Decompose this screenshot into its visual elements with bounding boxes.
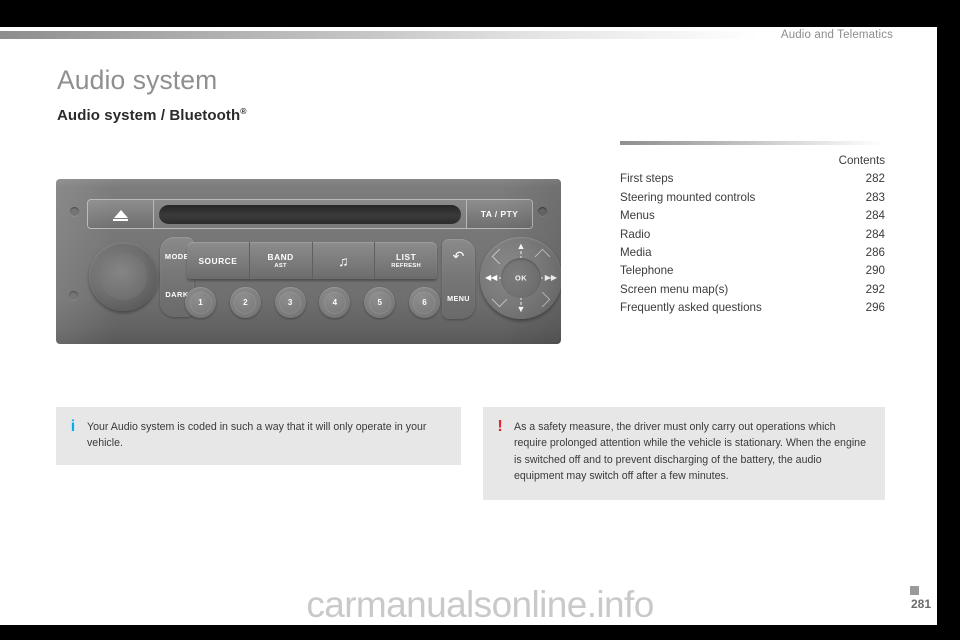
registered-trademark-symbol: ® (240, 106, 247, 116)
contents-row-page: 296 (865, 301, 885, 315)
function-button-sublabel: REFRESH (391, 263, 422, 269)
function-button-label: LIST (396, 252, 417, 262)
contents-panel: Contents First steps 282 Steering mounted … (620, 141, 885, 314)
info-callout: i Your Audio system is coded in such a w… (56, 407, 461, 465)
page-title: Audio system (57, 65, 218, 95)
contents-row-page: 284 (865, 209, 885, 223)
preset-button-label: 4 (332, 298, 338, 307)
function-button-strip: SOURCE BAND AST ♫ LIST REFRESH (187, 242, 437, 279)
ta-pty-button[interactable]: TA / PTY (466, 200, 532, 228)
contents-rule (620, 141, 885, 145)
subsection-title: Audio system / Bluetooth® (57, 106, 247, 124)
navpad-tick-icon (491, 248, 508, 265)
navpad-down-icon[interactable]: ▼ (517, 305, 526, 314)
preset-button-label: 1 (198, 298, 203, 307)
function-button-sublabel: AST (274, 263, 287, 269)
contents-row[interactable]: Telephone 290 (620, 264, 885, 277)
back-arrow-icon: ↶ (452, 248, 465, 264)
function-button[interactable]: ♫ (313, 242, 376, 279)
navpad-tick-icon (491, 291, 508, 308)
music-note-icon: ♫ (338, 252, 349, 269)
screw-icon (69, 291, 78, 300)
screw-icon (70, 207, 79, 216)
preset-button-label: 5 (377, 298, 382, 307)
function-button[interactable]: LIST REFRESH (375, 242, 437, 279)
section-header-title: Audio and Telematics (780, 29, 893, 41)
audio-head-unit-illustration: TA / PTY MODE DARK SOURCE BAND AST ♫ LIST REF… (56, 179, 561, 344)
contents-row-label: Frequently asked questions (620, 301, 762, 315)
navpad-up-icon[interactable]: ▲ (517, 242, 526, 251)
contents-row-label: Telephone (620, 264, 674, 278)
subsection-title-separator: / (156, 107, 170, 124)
bottom-letterbox-bar (0, 625, 960, 640)
cd-slot (159, 205, 461, 224)
contents-row-label: Media (620, 245, 652, 259)
contents-row[interactable]: Radio 284 (620, 228, 885, 241)
contents-row-page: 290 (865, 264, 885, 278)
contents-row[interactable]: Frequently asked questions 296 (620, 301, 885, 314)
warning-icon: ! (497, 418, 503, 435)
preset-button[interactable]: 2 (229, 287, 261, 318)
function-button[interactable]: BAND AST (250, 242, 313, 279)
eject-icon-bar (113, 218, 128, 221)
volume-knob[interactable] (89, 242, 158, 311)
menu-button-label: MENU (447, 294, 470, 303)
contents-row-page: 292 (865, 282, 885, 296)
navpad-tick-icon (534, 248, 551, 265)
eject-button[interactable] (88, 200, 154, 228)
contents-row-page: 284 (865, 227, 885, 241)
contents-row-label: Radio (620, 227, 651, 241)
contents-row-page: 283 (865, 190, 885, 204)
preset-button[interactable]: 5 (364, 287, 396, 318)
contents-row[interactable]: Media 286 (620, 246, 885, 259)
navpad-tick-icon (534, 291, 551, 308)
contents-row-label: First steps (620, 172, 674, 186)
preset-button[interactable]: 4 (319, 287, 351, 318)
info-icon: i (70, 418, 76, 435)
contents-row-label: Screen menu map(s) (620, 282, 729, 296)
footer-marker (910, 586, 919, 595)
function-button[interactable]: SOURCE (187, 242, 250, 279)
contents-row-page: 286 (865, 245, 885, 259)
contents-heading: Contents (838, 154, 885, 167)
contents-row[interactable]: Screen menu map(s) 292 (620, 283, 885, 296)
contents-row-page: 282 (865, 172, 885, 186)
preset-button-label: 3 (287, 298, 293, 307)
navpad-previous-icon[interactable]: ◀◀ (485, 274, 497, 282)
back-menu-paddle[interactable]: ↶ MENU (442, 239, 475, 319)
preset-button-label: 2 (243, 298, 248, 307)
screw-icon (538, 207, 547, 216)
navpad-next-icon[interactable]: ▶▶ (545, 274, 557, 282)
contents-row-label: Steering mounted controls (620, 190, 756, 204)
header-rule (0, 31, 760, 39)
preset-button[interactable]: 3 (274, 287, 306, 318)
contents-row[interactable]: First steps 282 (620, 172, 885, 185)
contents-row[interactable]: Menus 284 (620, 209, 885, 222)
contents-row-label: Menus (620, 209, 655, 223)
cd-slot-assembly: TA / PTY (87, 199, 533, 229)
preset-button[interactable]: 6 (408, 287, 440, 318)
preset-button[interactable]: 1 (185, 287, 216, 318)
subsection-title-part-a: Audio system (57, 107, 157, 124)
document-page: Audio and Telematics Audio system Audio … (0, 27, 937, 625)
info-callout-text: Your Audio system is coded in such a way… (87, 421, 427, 450)
contents-row[interactable]: Steering mounted controls 283 (620, 191, 885, 204)
eject-icon (113, 209, 128, 218)
page-number: 281 (910, 597, 931, 611)
subsection-title-part-b: Bluetooth (169, 107, 241, 124)
function-button-label: BAND (267, 252, 294, 262)
navigation-pad[interactable]: OK ▲ ▼ ◀◀ ▶▶ (480, 237, 561, 319)
warning-callout-text: As a safety measure, the driver must onl… (514, 421, 866, 482)
function-button-label: SOURCE (198, 255, 238, 266)
preset-button-label: 6 (422, 298, 427, 307)
preset-button-row: 1 2 3 4 5 6 (185, 287, 440, 319)
warning-callout: ! As a safety measure, the driver must o… (483, 407, 885, 500)
